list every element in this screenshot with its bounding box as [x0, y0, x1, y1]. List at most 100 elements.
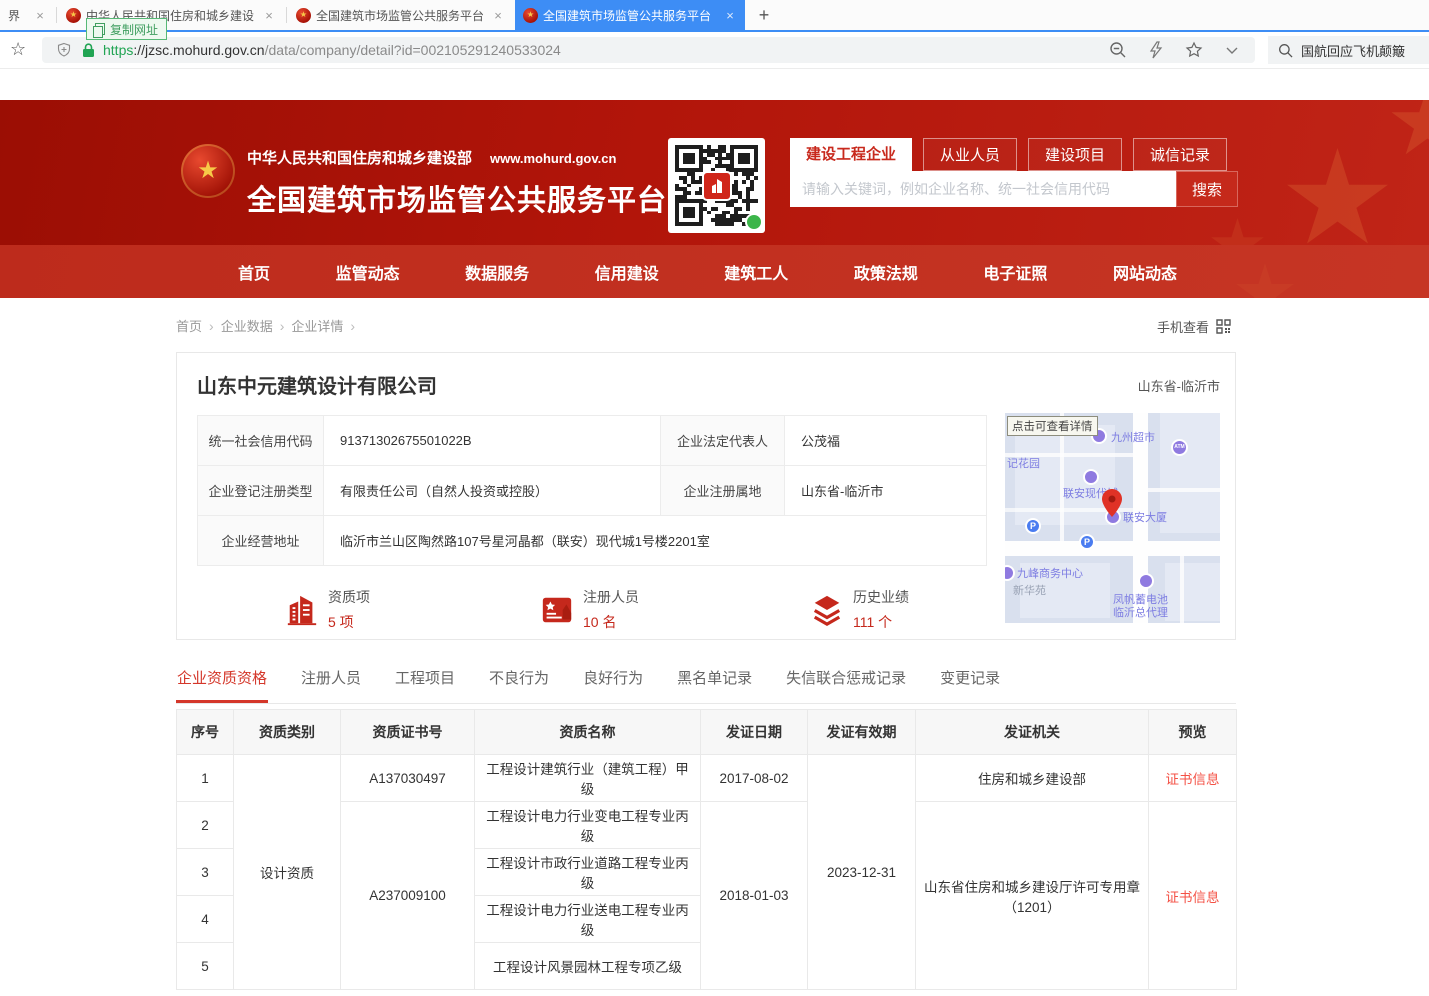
zoom-out-icon[interactable]	[1109, 41, 1127, 59]
keyword-input[interactable]	[790, 171, 1176, 207]
issue-date: 2017-08-02	[701, 755, 808, 802]
map-poi-icon	[1005, 565, 1015, 581]
map-parking-icon	[1079, 534, 1095, 550]
tab-title: 全国建筑市场监管公共服务平台	[316, 7, 491, 24]
location-map[interactable]: 点击可查看详情 九州超市 记花园 联安现代城 联安大厦 九峰商务中心 新华苑 凤…	[1005, 413, 1220, 623]
new-tab-button[interactable]	[750, 0, 778, 30]
info-label: 企业登记注册类型	[198, 466, 324, 516]
bookmark-star-icon[interactable]	[10, 39, 26, 60]
search-tab-credit[interactable]: 诚信记录	[1133, 138, 1227, 171]
search-tab-enterprise[interactable]: 建设工程企业	[790, 138, 912, 171]
breadcrumb-company-detail[interactable]: 企业详情	[291, 316, 343, 335]
close-icon[interactable]	[33, 8, 47, 23]
ministry-name: 中华人民共和国住房和城乡建设部	[247, 150, 472, 167]
search-button[interactable]: 搜索	[1176, 171, 1238, 207]
map-label-garden: 记花园	[1007, 458, 1040, 471]
search-icon	[1278, 43, 1293, 58]
browser-toolbar: https://jzsc.mohurd.gov.cn/data/company/…	[0, 32, 1429, 69]
certificate-no: A237009100	[341, 802, 475, 990]
validity-date: 2023-12-31	[808, 755, 916, 990]
map-label-battery-1: 凤帆蓄电池	[1113, 594, 1168, 607]
issue-date: 2018-01-03	[701, 802, 808, 990]
detail-tabs: 企业资质资格 注册人员 工程项目 不良行为 良好行为 黑名单记录 失信联合惩戒记…	[176, 663, 1236, 704]
map-road	[1148, 488, 1220, 492]
emblem-favicon-icon	[523, 8, 538, 23]
nav-credit[interactable]: 信用建设	[595, 260, 659, 284]
chevron-down-icon[interactable]	[1223, 41, 1241, 59]
nav-supervision[interactable]: 监管动态	[336, 260, 400, 284]
info-label: 企业法定代表人	[661, 416, 785, 466]
tab-good-behavior[interactable]: 良好行为	[582, 663, 644, 703]
main-nav: 首页 监管动态 数据服务 信用建设 建筑工人 政策法规 电子证照 网站动态	[0, 245, 1429, 298]
nav-workers[interactable]: 建筑工人	[724, 260, 788, 284]
map-poi-icon	[1083, 469, 1099, 485]
tab-registered-personnel[interactable]: 注册人员	[300, 663, 362, 703]
search-category-tabs: 建设工程企业 从业人员 建设项目 诚信记录	[790, 138, 1238, 171]
map-label-supermarket: 九州超市	[1111, 432, 1155, 445]
map-block	[1160, 413, 1220, 533]
tab-blacklist[interactable]: 黑名单记录	[676, 663, 753, 703]
tab-projects[interactable]: 工程项目	[394, 663, 456, 703]
tab-title: 全国建筑市场监管公共服务平台	[543, 7, 723, 24]
ministry-site: www.mohurd.gov.cn	[490, 151, 616, 166]
browser-window: 界 中华人民共和国住房和城乡建设 全国建筑市场监管公共服务平台 全国建筑市场监管…	[0, 0, 1429, 996]
emblem-favicon-icon	[66, 8, 81, 23]
tab-bad-behavior[interactable]: 不良行为	[488, 663, 550, 703]
tab-dishonesty-record[interactable]: 失信联合惩戒记录	[785, 663, 907, 703]
lock-icon	[82, 43, 95, 58]
browser-tab-active[interactable]: 全国建筑市场监管公共服务平台	[515, 0, 745, 30]
tab-separator	[286, 7, 287, 23]
row-no: 3	[177, 849, 234, 896]
qualification-name: 工程设计电力行业变电工程专业丙级	[475, 802, 701, 849]
qr-mini-icon	[1216, 319, 1231, 334]
nav-site-news[interactable]: 网站动态	[1113, 260, 1177, 284]
map-road	[1005, 453, 1133, 457]
breadcrumb-company-data[interactable]: 企业数据	[221, 316, 273, 335]
nav-e-license[interactable]: 电子证照	[983, 260, 1047, 284]
nav-data-service[interactable]: 数据服务	[465, 260, 529, 284]
stat-history-performance[interactable]: 历史业绩 111 个	[810, 587, 909, 632]
info-value: 有限责任公司（自然人投资或控股）	[324, 466, 661, 516]
stat-registered-personnel[interactable]: 注册人员 10 名	[540, 587, 639, 632]
info-value: 山东省-临沂市	[785, 466, 987, 516]
stat-qualifications[interactable]: 资质项 5 项	[285, 587, 370, 632]
close-icon[interactable]	[723, 8, 737, 23]
qr-center-logo	[702, 171, 732, 201]
company-stats: 资质项 5 项 注册人员 10 名	[177, 587, 1037, 631]
map-road	[1180, 556, 1184, 623]
certificate-info-link[interactable]: 证书信息	[1149, 755, 1237, 802]
address-bar[interactable]: https://jzsc.mohurd.gov.cn/data/company/…	[42, 37, 1255, 63]
quick-search-box[interactable]: 国航回应飞机颠簸	[1268, 36, 1429, 64]
map-label-business-center: 九峰商务中心	[1017, 568, 1083, 581]
issuing-authority: 山东省住房和城乡建设厅许可专用章 （1201）	[916, 802, 1149, 990]
nav-policy[interactable]: 政策法规	[854, 260, 918, 284]
close-icon[interactable]	[262, 8, 276, 23]
quick-search-text: 国航回应飞机颠簸	[1301, 41, 1405, 60]
browser-tab-partial[interactable]: 界	[0, 0, 55, 30]
nav-home[interactable]: 首页	[238, 260, 270, 284]
map-tooltip: 点击可查看详情	[1007, 416, 1098, 436]
browser-tab-bar: 界 中华人民共和国住房和城乡建设 全国建筑市场监管公共服务平台 全国建筑市场监管…	[0, 0, 1429, 32]
breadcrumb-home[interactable]: 首页	[176, 316, 202, 335]
qualification-name: 工程设计建筑行业（建筑工程）甲级	[475, 755, 701, 802]
browser-tab-jzsc[interactable]: 全国建筑市场监管公共服务平台	[288, 0, 513, 30]
breadcrumb: 首页 企业数据 企业详情	[176, 316, 362, 335]
search-tab-project[interactable]: 建设项目	[1028, 138, 1122, 171]
issuing-authority: 住房和城乡建设部	[916, 755, 1149, 802]
shield-icon[interactable]	[56, 42, 72, 58]
building-icon	[285, 593, 319, 627]
certificate-info-link[interactable]: 证书信息	[1149, 802, 1237, 990]
copy-url-tooltip: 复制网址	[86, 18, 167, 40]
tab-qualifications[interactable]: 企业资质资格	[176, 663, 268, 703]
row-no: 5	[177, 943, 234, 990]
url-host: ://jzsc.mohurd.gov.cn	[133, 42, 264, 58]
search-tab-personnel[interactable]: 从业人员	[923, 138, 1017, 171]
tab-change-record[interactable]: 变更记录	[939, 663, 1001, 703]
site-header: 中华人民共和国住房和城乡建设部www.mohurd.gov.cn 全国建筑市场监…	[0, 100, 1429, 245]
tab-title: 界	[8, 7, 33, 24]
breadcrumb-separator	[209, 318, 214, 334]
favorite-star-icon[interactable]	[1185, 41, 1203, 59]
mobile-view-button[interactable]: 手机查看	[1157, 317, 1231, 336]
lightning-icon[interactable]	[1147, 41, 1165, 59]
close-icon[interactable]	[491, 8, 505, 23]
